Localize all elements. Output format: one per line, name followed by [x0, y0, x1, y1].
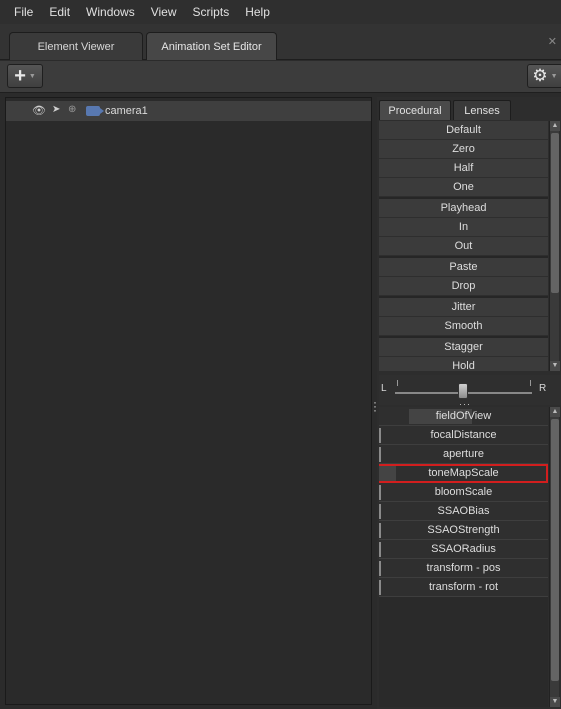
attribute-row[interactable]: focalDistance — [379, 426, 548, 445]
menu-file[interactable]: File — [6, 0, 41, 24]
cursor-icon[interactable]: ➤ — [52, 104, 60, 115]
attribute-value-bar — [379, 447, 381, 462]
slider-tick — [397, 380, 398, 386]
tab-animation-set-editor[interactable]: Animation Set Editor — [146, 32, 277, 60]
attribute-row[interactable]: bloomScale — [379, 483, 548, 502]
tree-row-camera1[interactable]: 👁 ➤ ⊕ camera1 — [6, 101, 371, 121]
procedural-preset-button[interactable]: One — [379, 178, 548, 197]
attribute-value-bar — [379, 504, 381, 519]
procedural-preset-button[interactable]: In — [379, 218, 548, 237]
toolbar: + ▼ ⚙ ▼ — [0, 61, 561, 93]
attribute-label: transform - rot — [428, 581, 499, 593]
blend-slider: L R ··· — [379, 375, 561, 409]
camera-icon — [86, 106, 104, 116]
procedural-preset-button[interactable]: Smooth — [379, 317, 548, 336]
attribute-value-bar — [379, 542, 381, 557]
settings-button[interactable]: ⚙ ▼ — [527, 64, 561, 88]
procedural-preset-button[interactable]: Out — [379, 237, 548, 256]
tree-item-label: camera1 — [105, 105, 148, 117]
menu-scripts[interactable]: Scripts — [185, 0, 238, 24]
animation-set-tree[interactable]: 👁 ➤ ⊕ camera1 — [5, 97, 372, 705]
attribute-row[interactable]: transform - pos — [379, 559, 548, 578]
attribute-label: SSAOBias — [437, 505, 490, 517]
scroll-up-icon[interactable]: ▲ — [550, 407, 560, 417]
procedural-preset-button[interactable]: Hold — [379, 357, 548, 371]
attribute-row[interactable]: toneMapScale — [379, 464, 548, 483]
attribute-value-bar — [379, 561, 381, 576]
attribute-row[interactable]: SSAOBias — [379, 502, 548, 521]
chevron-down-icon: ▼ — [28, 72, 36, 80]
gear-icon: ⚙ — [532, 66, 548, 85]
procedural-panel: Procedural Lenses Default Zero Half One Play… — [377, 97, 561, 709]
slider-tick — [530, 380, 531, 386]
attribute-row[interactable]: transform - rot — [379, 578, 548, 597]
menu-windows[interactable]: Windows — [78, 0, 143, 24]
plus-icon: + — [14, 65, 26, 87]
procedural-preset-button[interactable]: Default — [379, 121, 548, 140]
attribute-row[interactable]: fieldOfView — [379, 407, 548, 426]
menu-help[interactable]: Help — [237, 0, 278, 24]
attribute-label: bloomScale — [434, 486, 493, 498]
attribute-scrollbar[interactable]: ▲ ▼ — [549, 407, 560, 707]
attribute-value-bar — [379, 580, 381, 595]
attribute-label: SSAOStrength — [427, 524, 500, 536]
procedural-preset-button[interactable]: Paste — [379, 258, 548, 277]
menu-view[interactable]: View — [143, 0, 185, 24]
menu-edit[interactable]: Edit — [41, 0, 78, 24]
eye-icon[interactable]: 👁 — [32, 104, 46, 117]
target-icon[interactable]: ⊕ — [68, 104, 76, 115]
procedural-preset-button[interactable]: Drop — [379, 277, 548, 296]
scroll-up-icon[interactable]: ▲ — [550, 121, 560, 131]
menu-bar: File Edit Windows View Scripts Help — [0, 0, 561, 24]
attribute-value-bar — [379, 428, 381, 443]
tab-element-viewer[interactable]: Element Viewer — [9, 32, 143, 60]
slider-left-label: L — [381, 383, 387, 394]
procedural-preset-button[interactable]: Zero — [379, 140, 548, 159]
attribute-label: aperture — [443, 448, 484, 460]
scroll-down-icon[interactable]: ▼ — [550, 361, 560, 371]
procedural-scrollbar[interactable]: ▲ ▼ — [549, 121, 560, 371]
attribute-label: toneMapScale — [428, 467, 499, 479]
attribute-row[interactable]: SSAOStrength — [379, 521, 548, 540]
attribute-value-bar — [379, 466, 396, 481]
attribute-list: fieldOfView focalDistance aperture toneMapS… — [379, 407, 548, 707]
attribute-label: focalDistance — [430, 429, 497, 441]
attribute-value-bar — [379, 485, 381, 500]
attribute-label: SSAORadius — [431, 543, 496, 555]
tab-lenses[interactable]: Lenses — [453, 100, 511, 120]
slider-right-label: R — [539, 383, 547, 394]
attribute-row[interactable]: aperture — [379, 445, 548, 464]
procedural-preset-button[interactable]: Jitter — [379, 298, 548, 317]
attribute-value-bar — [379, 523, 381, 538]
procedural-preset-list: Default Zero Half One Playhead In Out Paste Drop… — [379, 121, 548, 371]
procedural-preset-button[interactable]: Half — [379, 159, 548, 178]
slider-thumb[interactable] — [458, 383, 468, 399]
panel-tab-bar: Element Viewer Animation Set Editor ✕ — [0, 24, 561, 60]
scroll-down-icon[interactable]: ▼ — [550, 697, 560, 707]
attribute-row[interactable]: SSAORadius — [379, 540, 548, 559]
close-icon[interactable]: ✕ — [548, 35, 557, 48]
add-button[interactable]: + ▼ — [7, 64, 43, 88]
attribute-label: fieldOfView — [435, 410, 492, 422]
scroll-thumb[interactable] — [551, 419, 559, 681]
scroll-thumb[interactable] — [551, 133, 559, 293]
chevron-down-icon: ▼ — [550, 72, 558, 80]
procedural-preset-button[interactable]: Playhead — [379, 199, 548, 218]
tab-procedural[interactable]: Procedural — [379, 100, 451, 120]
procedural-preset-button[interactable]: Stagger — [379, 338, 548, 357]
attribute-label: transform - pos — [426, 562, 501, 574]
